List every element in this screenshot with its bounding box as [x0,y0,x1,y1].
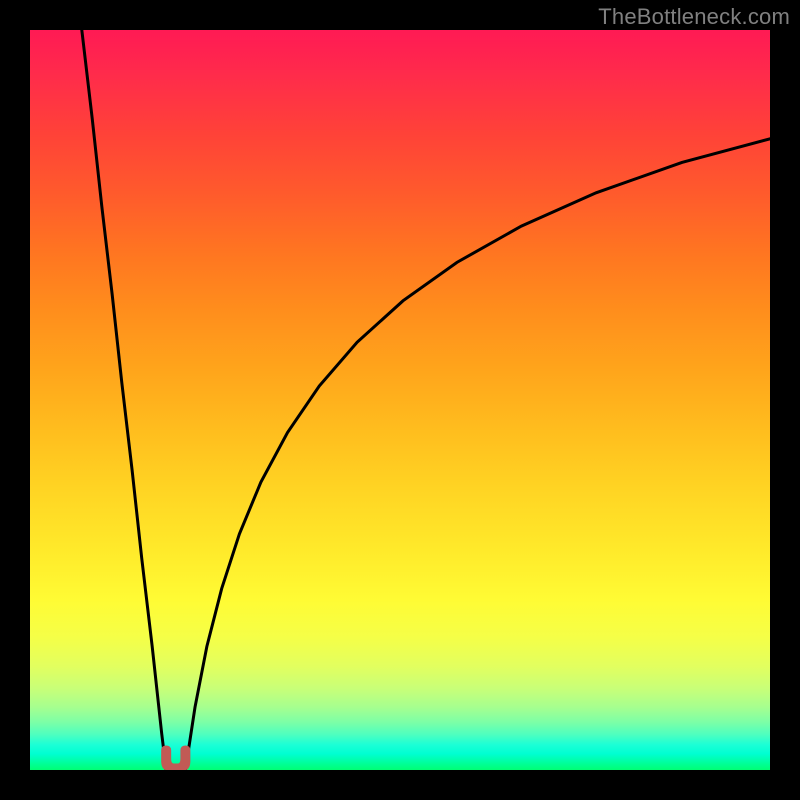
curve-left-branch [82,30,166,770]
watermark-text: TheBottleneck.com [598,4,790,30]
bottleneck-marker [162,746,190,770]
chart-stage: TheBottleneck.com [0,0,800,800]
plot-area [30,30,770,770]
curve-right-branch [185,139,770,770]
curve-layer [30,30,770,770]
